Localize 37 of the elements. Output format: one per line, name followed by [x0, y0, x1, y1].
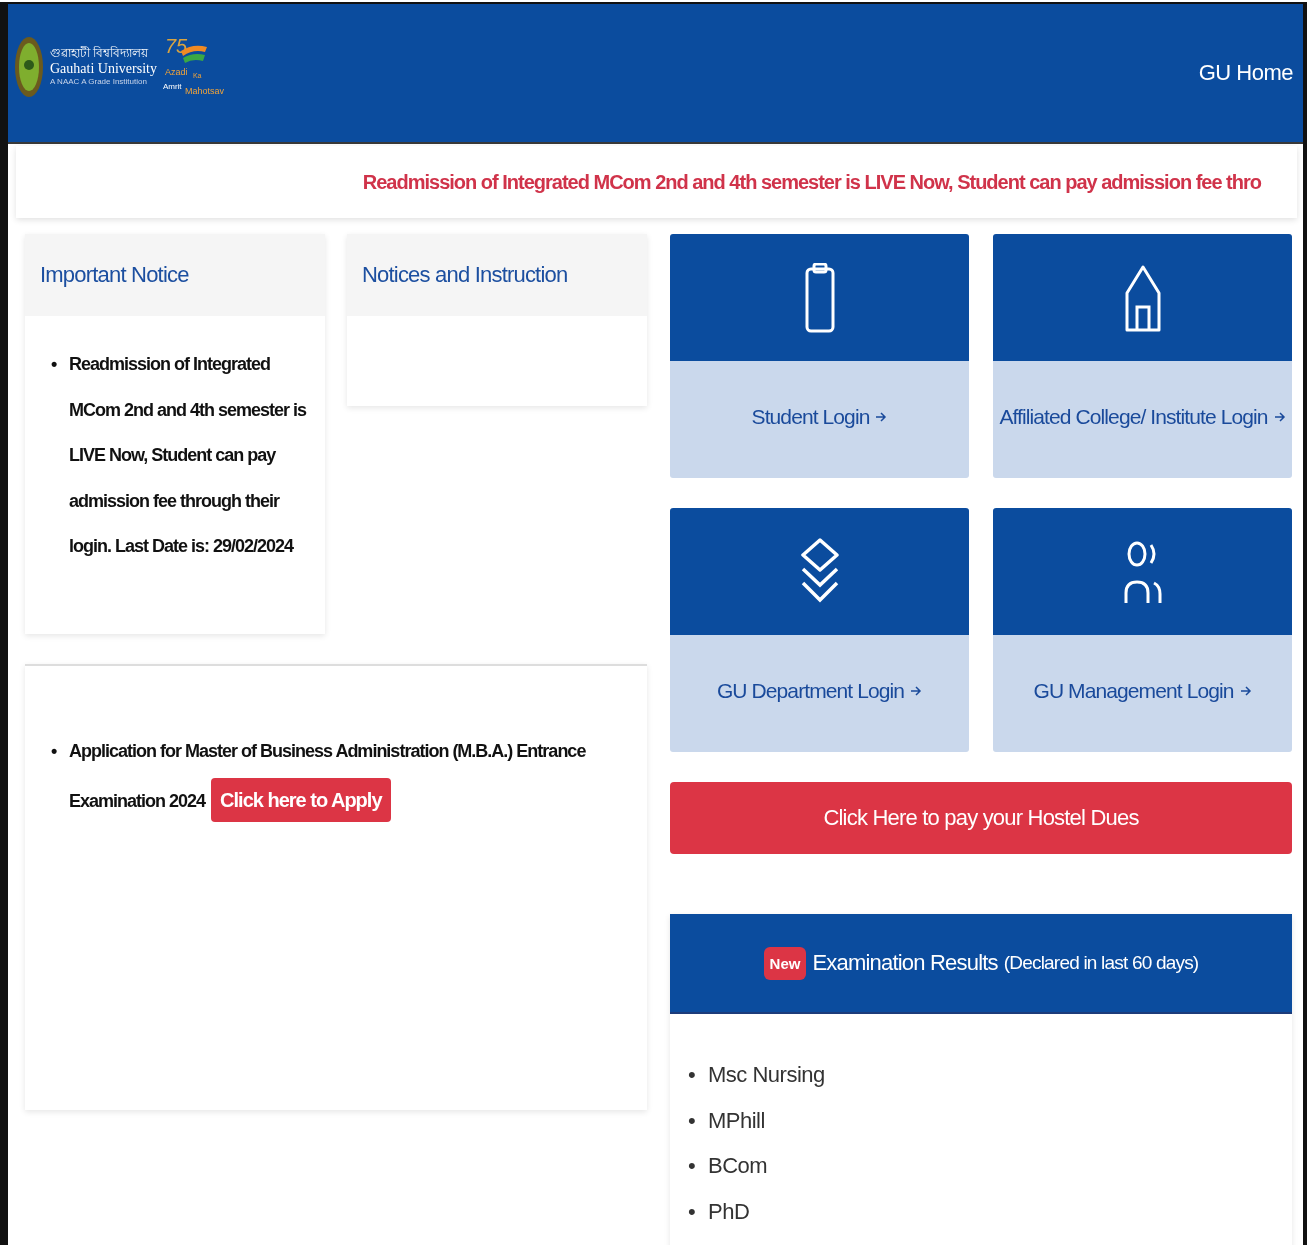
arrow-icon — [1239, 684, 1252, 697]
university-name-bengali: গুৱাহাটী বিশ্ববিদ্যালয় — [50, 47, 150, 62]
new-badge: New — [763, 946, 807, 980]
jubilee-word: Mahotsav — [184, 86, 224, 96]
card-title: Important Notice — [40, 262, 189, 288]
bullet: • — [688, 1061, 697, 1089]
jubilee-word: Azadi — [164, 67, 188, 77]
bullet: • — [688, 1106, 697, 1135]
jubilee-word: Amrit — [162, 82, 182, 91]
university-tagline: A NAAC A Grade Institution — [50, 77, 148, 87]
home-link[interactable]: GU Home — [1198, 60, 1293, 86]
result-link[interactable]: BCom — [708, 1143, 768, 1189]
arrow-icon — [1273, 410, 1286, 423]
arrow-icon — [910, 684, 923, 697]
university-name: Gauhati University — [50, 61, 157, 78]
bullet: • — [51, 353, 58, 376]
phone-icon — [804, 262, 835, 333]
result-link[interactable]: Msc Nursing — [708, 1052, 825, 1098]
announcement-text: Application for Master of Business Administration (M.B.A.) Entrance Examination 2024 Click here to Apply — [69, 726, 637, 826]
hostel-dues-button[interactable]: Click Here to pay your Hostel Dues — [670, 782, 1292, 854]
notice-text: Readmission of Integrated MCom 2nd and 4th semester is LIVE Now, Student can pay admission fee through their login. Last Date is: 29/02/2024 — [69, 353, 308, 558]
emblem-icon — [14, 35, 44, 99]
login-link[interactable]: GU Department Login — [670, 635, 969, 752]
ticker-text: Readmission of Integrated MCom 2nd and 4th semester is LIVE Now, Student can pay admission fee thro — [362, 170, 1261, 194]
bullet: • — [688, 1152, 697, 1180]
login-link[interactable]: GU Management Login — [993, 635, 1292, 752]
result-link[interactable]: PhD — [708, 1188, 750, 1234]
result-link[interactable]: MPhill — [708, 1097, 765, 1143]
card-title: Notices and Instruction — [362, 262, 568, 288]
login-link[interactable]: Affiliated College/ Institute Login — [993, 361, 1292, 478]
apply-button[interactable]: Click here to Apply — [211, 778, 391, 822]
login-link[interactable]: Student Login — [670, 361, 969, 478]
results-title: Examination Results — [812, 950, 998, 976]
bullet: • — [688, 1197, 697, 1226]
results-note: (Declared in last 60 days) — [1003, 952, 1199, 974]
bullet: • — [51, 740, 58, 763]
arrow-icon — [875, 410, 888, 423]
